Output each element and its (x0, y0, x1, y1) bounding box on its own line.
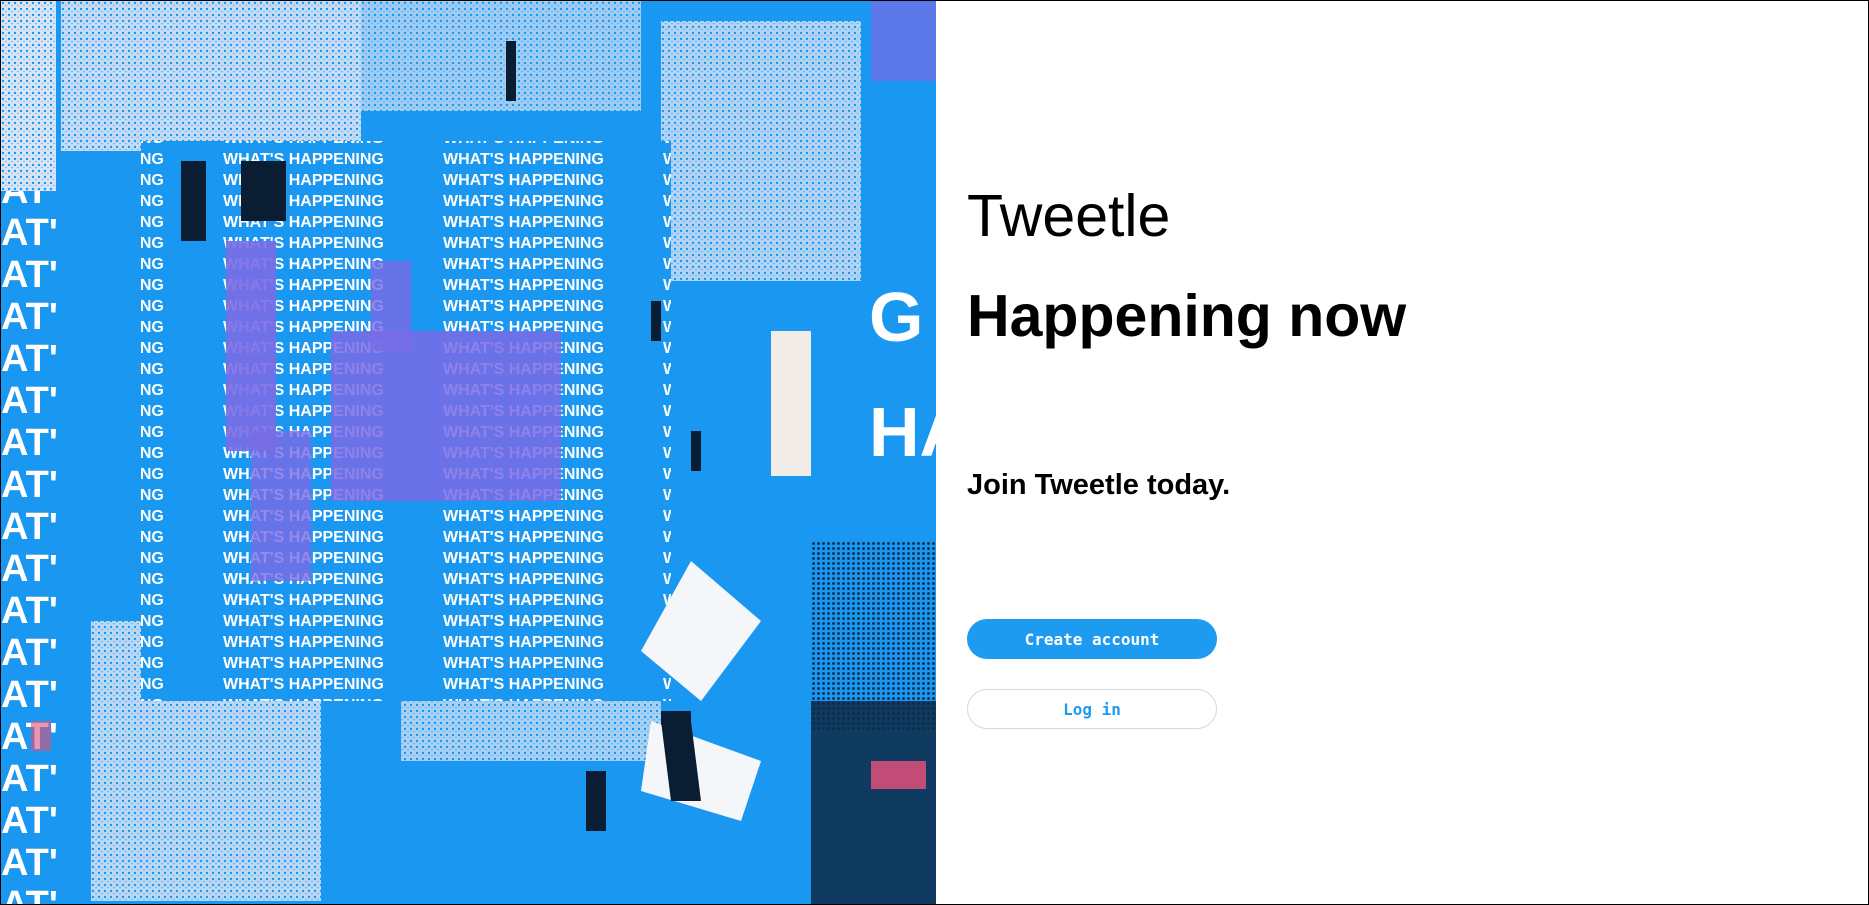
create-account-button[interactable]: Create account (967, 619, 1217, 659)
hero-collage-image: WHAT'S HAPPENING AT' (1, 1, 936, 904)
collage-image: WHAT'S HAPPENING AT' (1, 1, 936, 904)
svg-text:G: G (869, 278, 923, 356)
login-button[interactable]: Log in (967, 689, 1217, 729)
svg-text:HA: HA (869, 393, 936, 471)
page-headline: Happening now (967, 283, 1407, 349)
brand-title: Tweetle (967, 183, 1171, 249)
join-subheading: Join Tweetle today. (967, 469, 1231, 501)
page-frame: WHAT'S HAPPENING AT' (0, 0, 1869, 905)
signup-panel: Tweetle Happening now Join Tweetle today… (967, 1, 1847, 904)
